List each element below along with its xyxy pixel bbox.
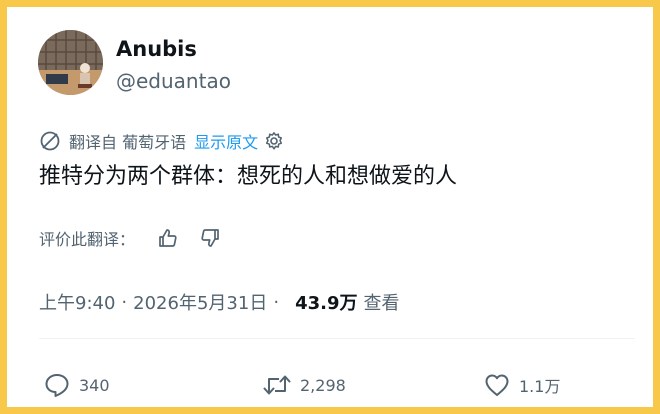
retweet-count: 2,298 [300,375,346,395]
like-icon [483,371,511,399]
retweet-icon [262,371,292,399]
show-original-link[interactable]: 显示原文 [194,129,258,153]
like-button[interactable]: 1.1万 [483,370,560,400]
reply-icon [43,371,71,399]
post-date[interactable]: 2026年5月31日 [133,289,267,315]
rate-translation-label: 评价此翻译： [39,230,136,249]
avatar-image [38,30,103,95]
tweet-metadata: 上午9:40 · 2026年5月31日 · 43.9万 查看 [39,288,399,316]
rate-translation-bar: 评价此翻译： [39,224,221,252]
retweet-button[interactable]: 2,298 [262,370,346,400]
translate-icon [39,130,61,152]
divider [39,338,635,339]
avatar[interactable] [38,30,103,95]
reply-button[interactable]: 340 [43,370,110,400]
tweet-text: 推特分为两个群体：想死的人和想做爱的人 [39,164,458,189]
views-label: 查看 [363,293,400,314]
post-time[interactable]: 上午9:40 [39,289,115,315]
thumbs-down-icon[interactable] [199,227,221,249]
meta-separator: · [121,291,128,313]
views-count: 43.9万 [295,293,358,314]
reply-count: 340 [79,375,110,395]
translated-from-label: 翻译自 葡萄牙语 [69,133,187,152]
tweet-card: Anubis @eduantao 翻译自 葡萄牙语 显示原文 推特分为两个群体：… [0,0,660,414]
gear-icon[interactable] [264,131,284,151]
translation-bar: 翻译自 葡萄牙语 显示原文 [39,128,284,154]
thumbs-up-icon[interactable] [157,227,179,249]
like-count: 1.1万 [519,377,561,396]
meta-separator: · [273,291,280,313]
user-display-name[interactable]: Anubis [116,37,197,61]
user-handle[interactable]: @eduantao [116,69,231,93]
